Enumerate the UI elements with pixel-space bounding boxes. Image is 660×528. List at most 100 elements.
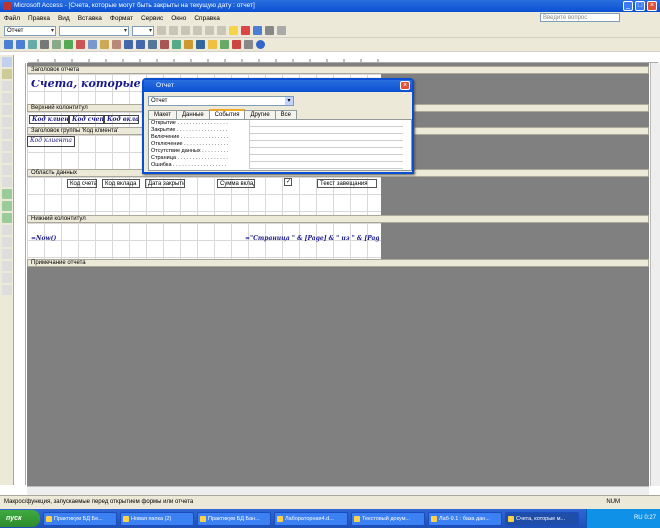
close-button[interactable]: × — [647, 1, 657, 11]
option-group-tool-icon[interactable] — [2, 105, 12, 115]
property-value-activate[interactable] — [249, 134, 403, 141]
command-button-tool-icon[interactable] — [2, 177, 12, 187]
property-value-no-data[interactable] — [249, 148, 403, 155]
footer-date-field[interactable]: =Now() — [29, 235, 189, 244]
close-icon[interactable]: × — [400, 81, 410, 90]
checkbox-tool-icon[interactable] — [2, 141, 12, 151]
language-indicator[interactable]: RU — [634, 515, 643, 521]
taskbar-item[interactable]: Лабораторная4.d... — [274, 511, 348, 526]
properties-dialog-titlebar[interactable]: Отчет × — [144, 80, 412, 92]
save-icon[interactable] — [16, 40, 25, 49]
font-combo[interactable] — [59, 25, 129, 36]
bold-icon[interactable] — [157, 26, 166, 35]
font-color-icon[interactable] — [241, 26, 250, 35]
taskbar-item-active[interactable]: Счета, которые м... — [505, 511, 579, 526]
underline-icon[interactable] — [181, 26, 190, 35]
detail-field-deposit-sum[interactable]: Сумма вклада — [217, 179, 255, 188]
spelling-icon[interactable] — [64, 40, 73, 49]
subform-tool-icon[interactable] — [2, 249, 12, 259]
group-field-client-code[interactable]: Код клиента — [27, 136, 75, 147]
help-icon[interactable] — [256, 40, 265, 49]
format-painter-icon[interactable] — [112, 40, 121, 49]
tab-events[interactable]: События — [208, 109, 246, 119]
print-preview-icon[interactable] — [52, 40, 61, 49]
build-icon[interactable] — [220, 40, 229, 49]
copy-icon[interactable] — [88, 40, 97, 49]
maximize-button[interactable]: □ — [635, 1, 645, 11]
property-value-open[interactable] — [249, 120, 403, 127]
menu-insert[interactable]: Вставка — [78, 15, 102, 22]
vertical-scrollbar[interactable] — [650, 63, 660, 486]
align-left-icon[interactable] — [193, 26, 202, 35]
section-page-footer[interactable]: Нижний колонтитул — [27, 215, 649, 223]
property-value-deactivate[interactable] — [249, 141, 403, 148]
tab-data[interactable]: Данные — [175, 110, 210, 119]
taskbar-item[interactable]: Практикум БД Бе... — [43, 511, 117, 526]
start-button[interactable]: пуск — [0, 510, 40, 527]
properties-icon[interactable] — [208, 40, 217, 49]
menu-tools[interactable]: Сервис — [141, 15, 163, 22]
label-tool-icon[interactable] — [2, 81, 12, 91]
align-right-icon[interactable] — [217, 26, 226, 35]
database-window-icon[interactable] — [232, 40, 241, 49]
italic-icon[interactable] — [169, 26, 178, 35]
special-effect-icon[interactable] — [277, 26, 286, 35]
print-icon[interactable] — [40, 40, 49, 49]
control-wizards-icon[interactable] — [2, 69, 12, 79]
paste-icon[interactable] — [100, 40, 109, 49]
detail-field-will-text[interactable]: Текст завещания — [317, 179, 377, 188]
unbound-object-tool-icon[interactable] — [2, 201, 12, 211]
autoformat-icon[interactable] — [184, 40, 193, 49]
taskbar-item[interactable]: Текстовый докум... — [351, 511, 425, 526]
property-row-deactivate[interactable]: Отключение . . . . . . . . . . . . . . . — [149, 141, 413, 148]
property-value-page[interactable] — [249, 155, 403, 162]
line-tool-icon[interactable] — [2, 261, 12, 271]
combobox-tool-icon[interactable] — [2, 153, 12, 163]
more-controls-icon[interactable] — [2, 285, 12, 295]
page-header-label-client[interactable]: Код клиента — [29, 115, 69, 124]
property-row-error[interactable]: Ошибка . . . . . . . . . . . . . . . . .… — [149, 162, 413, 169]
line-width-icon[interactable] — [265, 26, 274, 35]
sorting-grouping-icon[interactable] — [172, 40, 181, 49]
menu-view[interactable]: Вид — [58, 15, 70, 22]
menu-edit[interactable]: Правка — [28, 15, 50, 22]
help-search-input[interactable]: Введите вопрос — [540, 13, 620, 22]
fill-color-icon[interactable] — [229, 26, 238, 35]
property-row-no-data[interactable]: Отсутствие данных . . . . . . . . . — [149, 148, 413, 155]
bound-object-tool-icon[interactable] — [2, 213, 12, 223]
minimize-button[interactable]: _ — [623, 1, 633, 11]
listbox-tool-icon[interactable] — [2, 165, 12, 175]
detail-field-account-code[interactable]: Код счета — [67, 179, 97, 188]
horizontal-scrollbar[interactable] — [27, 486, 649, 495]
line-color-icon[interactable] — [253, 26, 262, 35]
property-row-close[interactable]: Закрытие . . . . . . . . . . . . . . . .… — [149, 127, 413, 134]
tab-control-tool-icon[interactable] — [2, 237, 12, 247]
textbox-tool-icon[interactable] — [2, 93, 12, 103]
menu-help[interactable]: Справка — [194, 15, 220, 22]
select-objects-icon[interactable] — [2, 57, 12, 67]
checkbox-icon[interactable]: ✓ — [284, 178, 292, 186]
view-icon[interactable] — [4, 40, 13, 49]
object-combo[interactable]: Отчет — [4, 25, 56, 36]
taskbar-item[interactable]: Практикум БД Бан... — [197, 511, 271, 526]
property-row-open[interactable]: Открытие . . . . . . . . . . . . . . . .… — [149, 120, 413, 127]
detail-field-deposit-code[interactable]: Код вклада — [102, 179, 140, 188]
taskbar-item[interactable]: Новая папка (2) — [120, 511, 194, 526]
footer-page-number-field[interactable]: ="Страница " & [Page] & " из " & [Pages] — [243, 235, 379, 244]
new-object-icon[interactable] — [244, 40, 253, 49]
section-report-header[interactable]: Заголовок отчета — [27, 66, 649, 74]
tab-format[interactable]: Макет — [148, 110, 177, 119]
tab-other[interactable]: Другие — [244, 110, 276, 119]
code-icon[interactable] — [196, 40, 205, 49]
menu-window[interactable]: Окно — [171, 15, 186, 22]
toolbox-icon[interactable] — [160, 40, 169, 49]
page-break-tool-icon[interactable] — [2, 225, 12, 235]
cut-icon[interactable] — [76, 40, 85, 49]
page-header-label-deposit[interactable]: Код вклада — [104, 115, 139, 124]
page-header-label-account[interactable]: Код счета — [69, 115, 104, 124]
rectangle-tool-icon[interactable] — [2, 273, 12, 283]
align-center-icon[interactable] — [205, 26, 214, 35]
property-value-error[interactable] — [249, 162, 403, 169]
property-row-page[interactable]: Страница . . . . . . . . . . . . . . . .… — [149, 155, 413, 162]
section-report-footer[interactable]: Примечание отчета — [27, 259, 649, 267]
